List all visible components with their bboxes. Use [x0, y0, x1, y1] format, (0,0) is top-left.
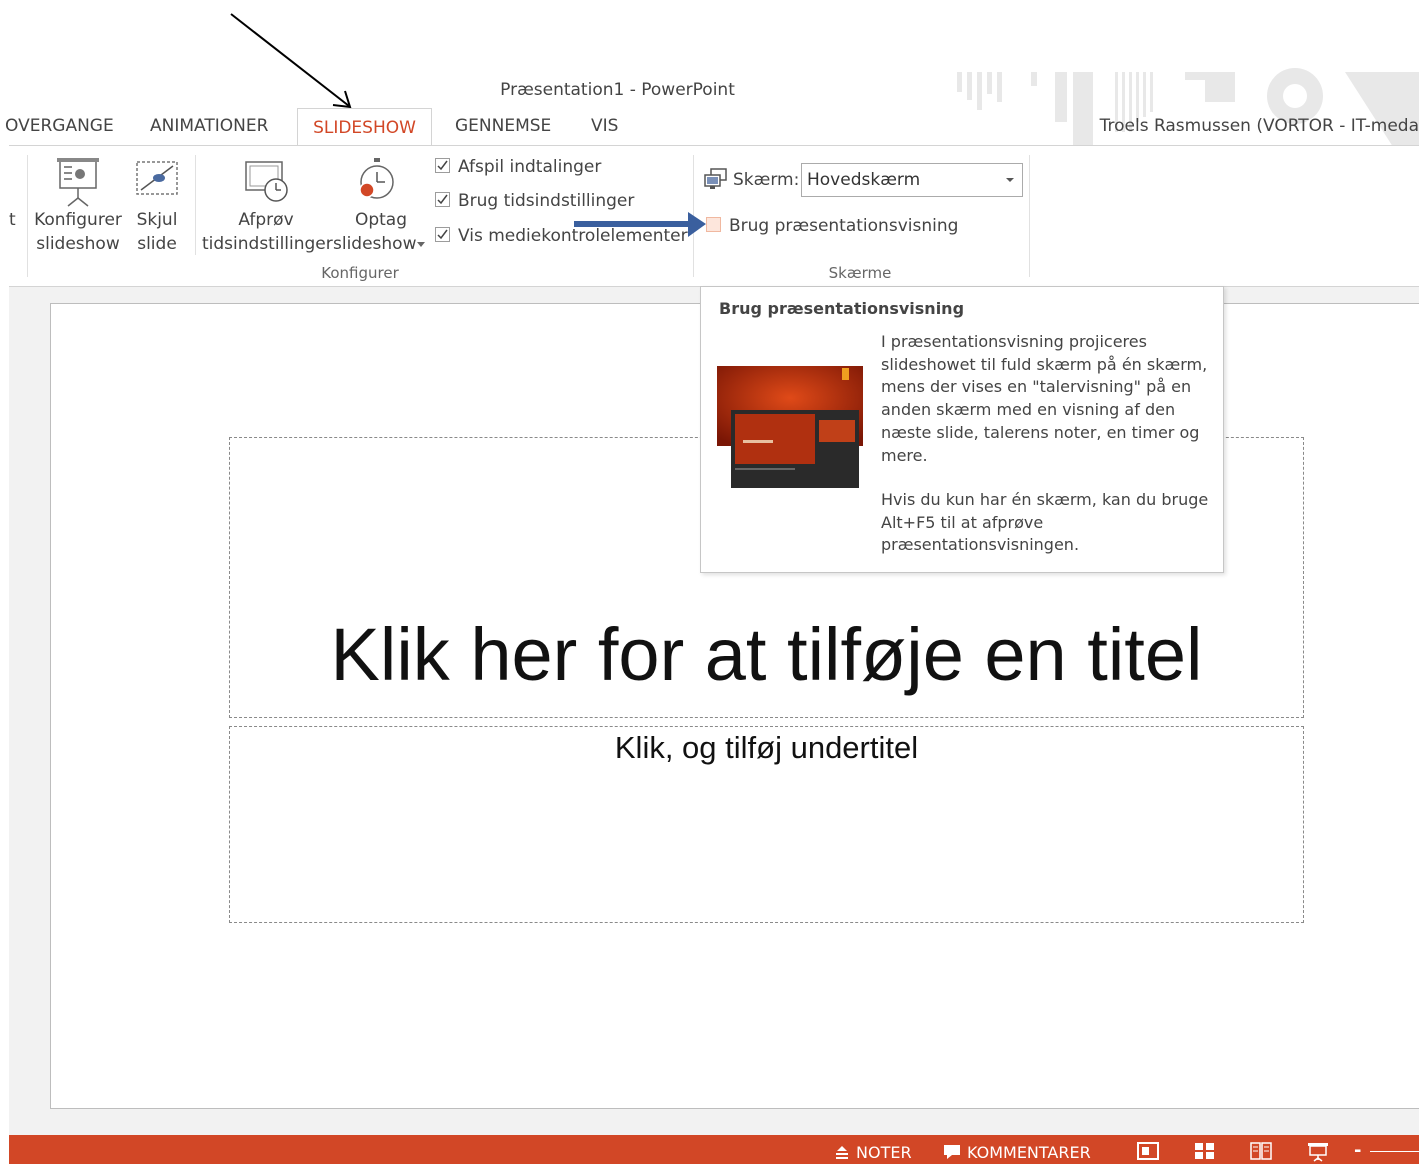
subtitle-placeholder-text[interactable]: Klik, og tilføj undertitel — [229, 730, 1304, 766]
tab-overgange[interactable]: OVERGANGE — [5, 116, 114, 136]
zoom-out-button[interactable]: - — [1354, 1140, 1361, 1161]
konfigurer-group-label: Konfigurer — [321, 264, 399, 282]
setup-slideshow-button[interactable]: Konfigurer slideshow — [34, 152, 122, 262]
notes-button[interactable]: NOTER — [834, 1143, 912, 1162]
title-placeholder-text[interactable]: Klik her for at tilføje en titel — [229, 612, 1304, 697]
record-slideshow-label-1: Optag — [354, 210, 408, 230]
tab-gennemse[interactable]: GENNEMSE — [455, 116, 551, 136]
setup-slideshow-label-2: slideshow — [36, 234, 120, 254]
checkbox-checked-icon — [435, 192, 450, 207]
skaerme-group-label: Skærme — [828, 264, 892, 282]
hide-slide-label-1: Skjul — [136, 210, 178, 230]
slideshow-view-icon[interactable] — [1307, 1142, 1329, 1162]
record-slideshow-button[interactable]: Optag slideshow — [333, 152, 429, 262]
presenter-view-preview-image — [717, 366, 863, 489]
hide-slide-button[interactable]: Skjul slide — [130, 152, 184, 262]
partial-ribbon-label: t — [9, 210, 16, 230]
rehearse-timings-button[interactable]: Afprøv tidsindstillinger — [202, 152, 333, 262]
comments-button[interactable]: KOMMENTARER — [943, 1143, 1091, 1162]
projection-screen-icon — [57, 158, 99, 207]
chevron-down-icon[interactable] — [417, 242, 425, 248]
hide-slide-label-2: slide — [137, 234, 177, 254]
tooltip-hint: Hvis du kun har én skærm, kan du bruge A… — [881, 490, 1209, 555]
comment-icon — [944, 1145, 960, 1159]
use-timings-label: Brug tidsindstillinger — [458, 191, 635, 211]
tab-slideshow[interactable]: SLIDESHOW — [297, 108, 432, 146]
rehearse-timings-label-1: Afprøv — [238, 210, 294, 230]
setup-slideshow-label-1: Konfigurer — [34, 210, 122, 230]
record-slideshow-label-2: slideshow — [333, 234, 417, 254]
use-presenter-view-label: Brug præsentationsvisning — [729, 216, 959, 236]
use-presenter-view-checkbox[interactable]: Brug præsentationsvisning — [706, 216, 958, 236]
tab-vis[interactable]: VIS — [591, 116, 618, 136]
monitor-icon — [704, 168, 727, 189]
tab-animationer[interactable]: ANIMATIONER — [150, 116, 268, 136]
chevron-down-icon — [1006, 178, 1014, 182]
comments-label: KOMMENTARER — [967, 1143, 1091, 1162]
hide-slide-icon — [136, 161, 178, 195]
checkbox-unchecked-icon — [706, 217, 721, 232]
tooltip-description: I præsentationsvisning projiceres slides… — [881, 332, 1208, 465]
annotation-arrow-icon — [230, 13, 352, 109]
play-narrations-label: Afspil indtalinger — [458, 157, 602, 177]
slide-sorter-icon[interactable] — [1194, 1142, 1216, 1160]
use-timings-checkbox[interactable]: Brug tidsindstillinger — [435, 191, 634, 211]
tooltip-title: Brug præsentationsvisning — [719, 299, 965, 318]
notes-label: NOTER — [856, 1143, 912, 1162]
reading-view-icon[interactable] — [1250, 1142, 1272, 1160]
record-slideshow-icon — [359, 158, 394, 199]
presenter-view-tooltip: Brug præsentationsvisning I præsentation… — [700, 286, 1224, 573]
play-narrations-checkbox[interactable]: Afspil indtalinger — [435, 157, 601, 177]
ribbon-separator — [1029, 155, 1030, 277]
ribbon-separator — [195, 155, 196, 255]
checkbox-checked-icon — [435, 158, 450, 173]
screen-select-value: Hovedskærm — [807, 170, 921, 190]
screen-label: Skærm: — [733, 170, 800, 190]
normal-view-icon[interactable] — [1137, 1142, 1159, 1160]
checkbox-checked-icon — [435, 227, 450, 242]
zoom-slider[interactable] — [1370, 1151, 1419, 1152]
rehearse-timings-label-2: tidsindstillinger — [202, 234, 333, 254]
user-account-name[interactable]: Troels Rasmussen (VORTOR - IT-meda — [1100, 116, 1419, 136]
annotation-arrow-icon — [574, 212, 706, 237]
screen-select[interactable]: Hovedskærm — [801, 163, 1023, 197]
ribbon-separator — [27, 155, 28, 277]
rehearse-timings-icon — [245, 161, 288, 202]
notes-icon — [836, 1146, 848, 1159]
title-bar-decoration — [957, 68, 1419, 150]
